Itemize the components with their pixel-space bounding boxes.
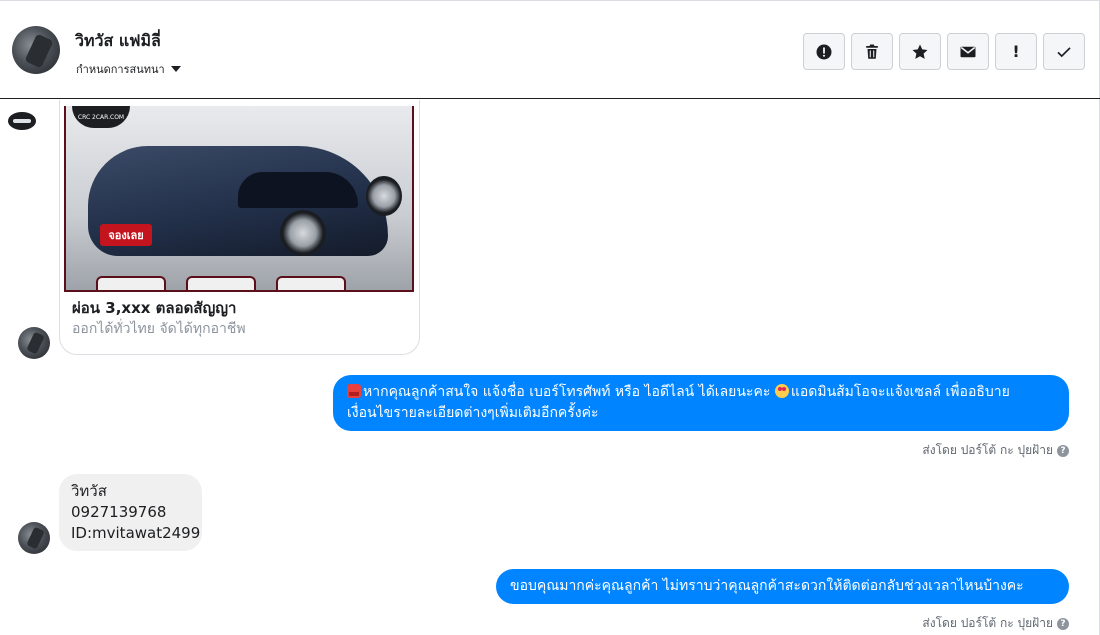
mark-unread-button[interactable]	[947, 33, 989, 70]
star-button[interactable]	[899, 33, 941, 70]
card-subtitle: ออกได้ทั่วไทย จัดได้ทุกอาชีพ	[72, 321, 246, 337]
delete-button[interactable]	[851, 33, 893, 70]
sent-by-text: ส่งโดย ปอร์โต้ กะ ปุยฝ้าย	[922, 616, 1053, 630]
assign-conversation-label: กำหนดการสนทนา	[76, 63, 165, 76]
car-photo: CRC 2CAR.COM จองเลย	[64, 106, 414, 292]
contact-avatar[interactable]	[12, 26, 60, 74]
conversation-header: วิทวัส แฟมิลี่ กำหนดการสนทนา !	[0, 1, 1100, 99]
alert-circle-icon	[816, 44, 832, 59]
envelope-icon	[960, 46, 976, 57]
trash-icon	[866, 44, 878, 59]
product-card[interactable]: CRC 2CAR.COM จองเลย ผ่อน 3,xxx ตลอดสัญญา…	[59, 100, 420, 355]
incoming-line-line-id: ID:mvitawat2499	[71, 524, 201, 542]
incoming-line-phone: 0927139768	[71, 503, 167, 521]
incoming-message: วิทวัส 0927139768 ID:mvitawat2499	[59, 474, 202, 551]
inbox-conversation-panel: วิทวัส แฟมิลี่ กำหนดการสนทนา ! CRC 2CAR.…	[0, 0, 1100, 635]
watermark-logo: CRC 2CAR.COM	[72, 106, 130, 128]
sent-by-label: ส่งโดย ปอร์โต้ กะ ปุยฝ้าย ?	[922, 441, 1069, 460]
exclamation-icon: !	[1012, 42, 1020, 61]
photo-thumbnails	[96, 276, 346, 290]
wheel-front	[280, 210, 326, 256]
page-logo-avatar	[8, 112, 36, 130]
contact-name[interactable]: วิทวัส แฟมิลี่	[75, 29, 161, 54]
check-icon	[1057, 46, 1071, 57]
outgoing-message-text: ขอบคุณมากค่ะคุณลูกค้า ไม่ทราบว่าคุณลูกค้…	[510, 578, 1024, 594]
booking-badge: จองเลย	[100, 224, 152, 246]
star-icon	[912, 44, 928, 59]
wheel-rear	[366, 176, 402, 216]
mark-done-button[interactable]	[1043, 33, 1085, 70]
outgoing-message-text-a: หากคุณลูกค้าสนใจ แจ้งชื่อ เบอร์โทรศัพท์ …	[363, 384, 775, 400]
incoming-line-name: วิทวัส	[71, 482, 107, 500]
help-icon[interactable]: ?	[1057, 617, 1069, 630]
card-title: ผ่อน 3,xxx ตลอดสัญญา	[72, 299, 237, 317]
heart-eyes-emoji-icon	[774, 384, 789, 398]
outgoing-message: ขอบคุณมากค่ะคุณลูกค้า ไม่ทราบว่าคุณลูกค้…	[496, 569, 1069, 604]
assign-conversation-dropdown[interactable]: กำหนดการสนทนา	[76, 60, 181, 78]
spam-button[interactable]	[803, 33, 845, 70]
sent-by-label: ส่งโดย ปอร์โต้ กะ ปุยฝ้าย ?	[922, 614, 1069, 633]
message-thread: CRC 2CAR.COM จองเลย ผ่อน 3,xxx ตลอดสัญญา…	[0, 100, 1100, 635]
conversation-toolbar: !	[803, 33, 1085, 70]
alarm-icon	[347, 384, 361, 398]
contact-avatar-small	[18, 522, 50, 554]
outgoing-message: หากคุณลูกค้าสนใจ แจ้งชื่อ เบอร์โทรศัพท์ …	[333, 375, 1069, 431]
help-icon[interactable]: ?	[1057, 444, 1069, 457]
caret-down-icon	[170, 66, 181, 72]
contact-avatar-small	[18, 327, 50, 359]
sent-by-text: ส่งโดย ปอร์โต้ กะ ปุยฝ้าย	[922, 443, 1053, 457]
follow-up-button[interactable]: !	[995, 33, 1037, 70]
